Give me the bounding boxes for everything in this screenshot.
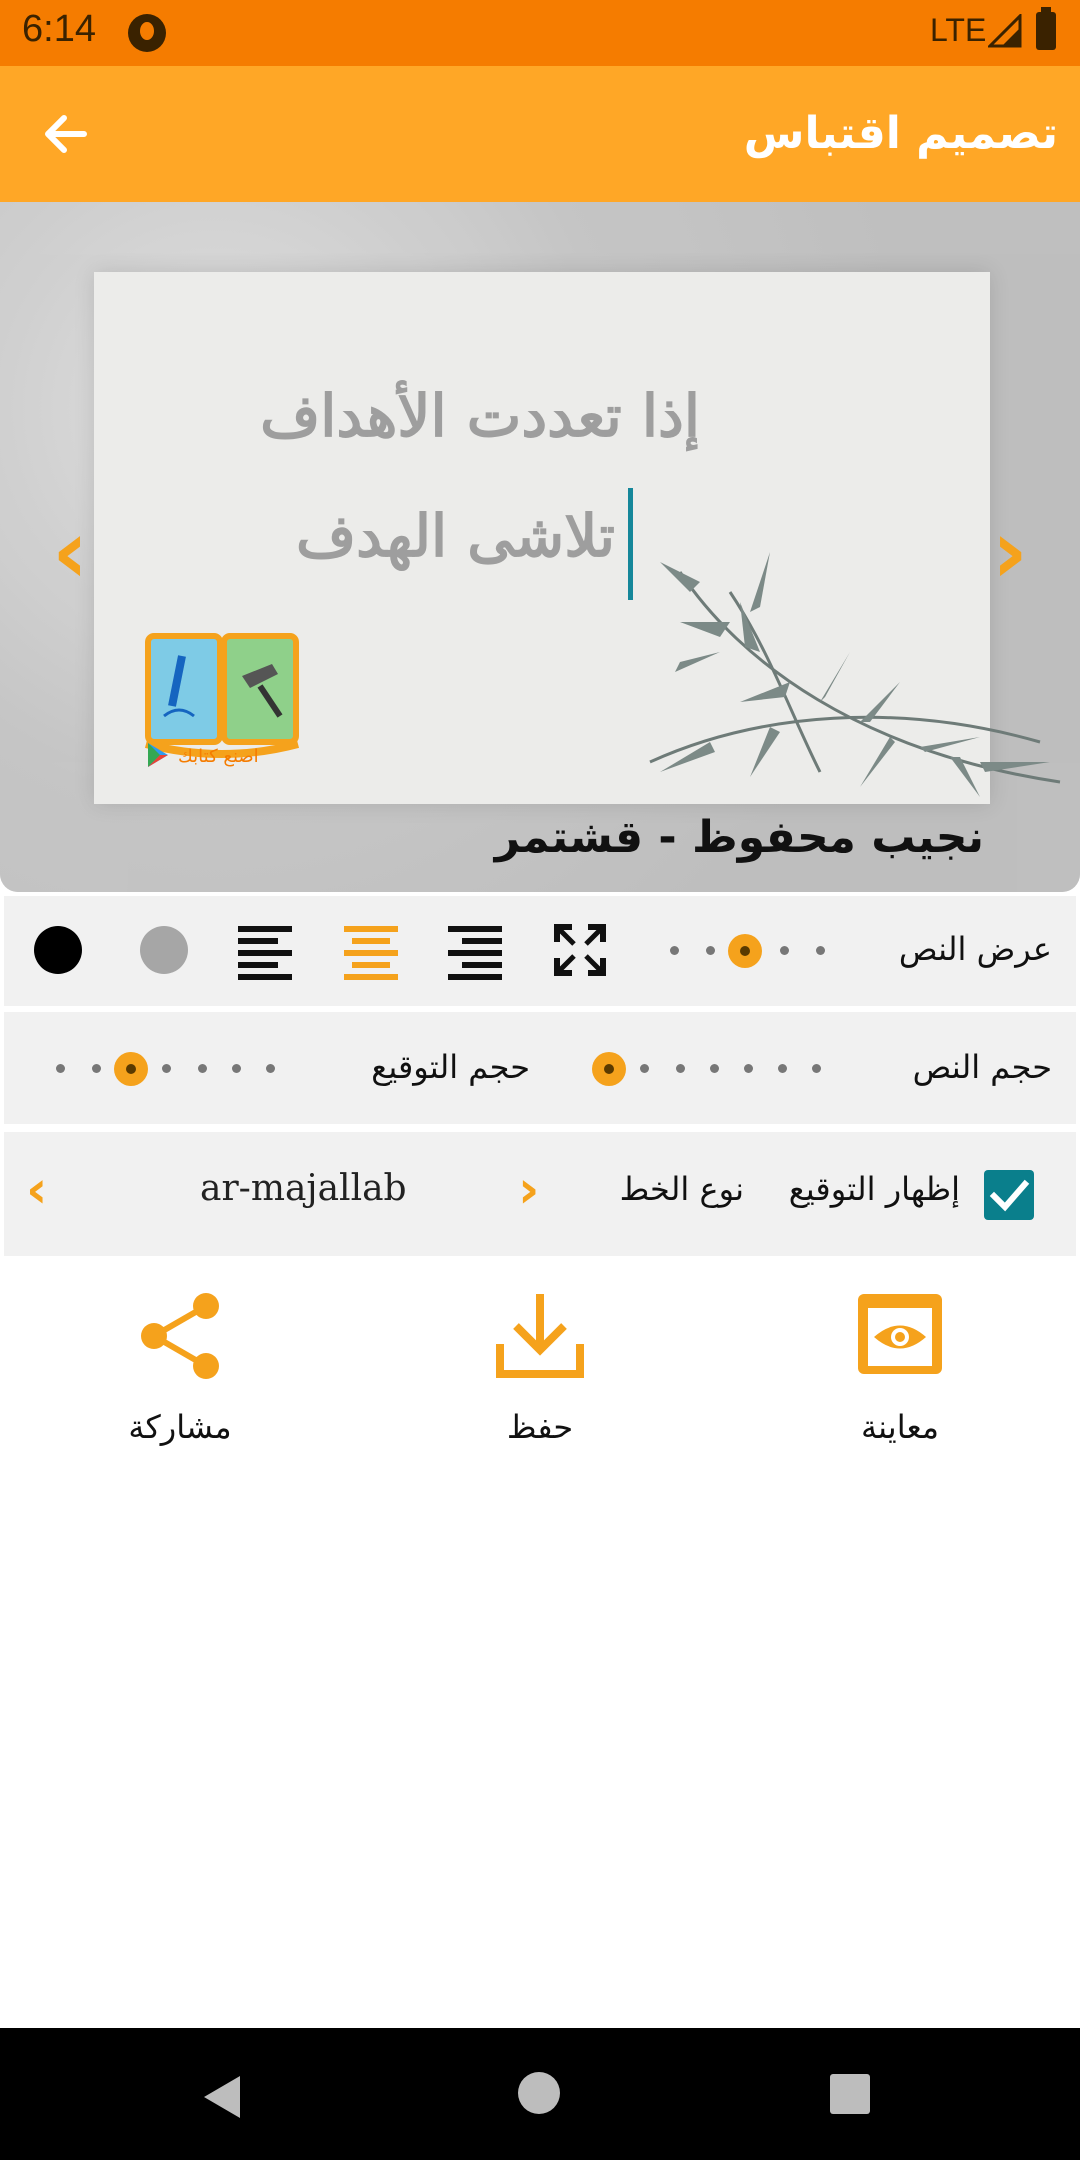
logo-caption: اصنع كتابك xyxy=(178,746,259,767)
next-background-button[interactable]: › xyxy=(992,508,1028,596)
network-type: LTE xyxy=(930,12,987,48)
signature-size-step-5[interactable] xyxy=(198,1064,207,1073)
preview-button[interactable]: معاينة xyxy=(800,1290,1000,1470)
signature-size-step-7[interactable] xyxy=(266,1064,275,1073)
show-signature-label: إظهار التوقيع xyxy=(788,1170,960,1208)
text-width-step-3-selected[interactable] xyxy=(728,934,762,968)
quote-text-line-2[interactable]: تلاشى الهدف xyxy=(296,502,615,570)
text-size-step-5[interactable] xyxy=(744,1064,753,1073)
align-center-icon[interactable] xyxy=(344,922,400,980)
preview-label: معاينة xyxy=(860,1408,940,1446)
text-width-step-4[interactable] xyxy=(780,946,789,955)
text-width-label: عرض النص xyxy=(898,930,1052,968)
share-icon xyxy=(141,1293,219,1379)
align-right-icon[interactable] xyxy=(448,922,504,980)
share-label: مشاركة xyxy=(128,1408,232,1446)
app-bar: تصميم اقتباس xyxy=(0,66,1080,202)
size-panel: حجم التوقيع حجم النص xyxy=(4,1012,1076,1124)
next-font-button[interactable]: › xyxy=(518,1164,539,1216)
font-panel: ‹ ar-majallab › نوع الخط إظهار التوقيع xyxy=(4,1132,1076,1256)
color-black-option[interactable] xyxy=(34,926,82,974)
show-signature-checkbox[interactable] xyxy=(984,1170,1034,1220)
play-store-icon xyxy=(148,743,168,767)
align-left-icon[interactable] xyxy=(238,922,294,980)
text-size-step-3[interactable] xyxy=(676,1064,685,1073)
font-name: ar-majallab xyxy=(200,1168,407,1209)
font-type-label: نوع الخط xyxy=(619,1170,744,1208)
save-label: حفظ xyxy=(506,1408,574,1446)
text-size-step-7[interactable] xyxy=(812,1064,821,1073)
check-icon xyxy=(989,1179,1030,1212)
download-icon xyxy=(496,1294,584,1378)
quote-signature[interactable]: نجيب محفوظ - قشتمر xyxy=(495,812,984,863)
signature-size-step-1[interactable] xyxy=(56,1064,65,1073)
text-size-step-4[interactable] xyxy=(710,1064,719,1073)
quote-text-line-1[interactable]: إذا تعددت الأهداف xyxy=(260,382,700,450)
text-width-step-5[interactable] xyxy=(816,946,825,955)
color-gray-option[interactable] xyxy=(140,926,188,974)
fullscreen-icon[interactable] xyxy=(552,922,608,978)
nav-home-icon[interactable] xyxy=(518,2072,560,2114)
signature-size-step-3-selected[interactable] xyxy=(114,1052,148,1086)
previous-font-button[interactable]: ‹ xyxy=(26,1164,47,1216)
signal-icon xyxy=(988,14,1022,48)
text-width-step-2[interactable] xyxy=(706,946,715,955)
text-size-step-6[interactable] xyxy=(778,1064,787,1073)
eye-icon xyxy=(858,1294,942,1374)
page-title: تصميم اقتباس xyxy=(743,108,1058,159)
signature-size-step-2[interactable] xyxy=(92,1064,101,1073)
nav-recents-icon[interactable] xyxy=(830,2074,870,2114)
status-bar: 6:14 LTE xyxy=(0,0,1080,66)
text-width-panel: عرض النص xyxy=(4,896,1076,1006)
text-size-step-2[interactable] xyxy=(640,1064,649,1073)
signature-size-label: حجم التوقيع xyxy=(371,1048,530,1086)
nav-back-icon[interactable] xyxy=(200,2074,246,2120)
text-width-step-1[interactable] xyxy=(670,946,679,955)
text-cursor xyxy=(628,488,633,600)
signature-size-step-4[interactable] xyxy=(162,1064,171,1073)
arrow-back-icon[interactable] xyxy=(36,106,106,162)
system-nav-bar xyxy=(0,2028,1080,2160)
save-button[interactable]: حفظ xyxy=(440,1290,640,1470)
status-time: 6:14 xyxy=(22,8,96,50)
battery-icon xyxy=(1036,7,1056,50)
quote-preview: إذا تعددت الأهداف تلاشى الهدف ‹ › اصنع ك… xyxy=(0,202,1080,892)
text-size-label: حجم النص xyxy=(912,1048,1052,1086)
notification-app-icon xyxy=(128,14,166,52)
signature-size-step-6[interactable] xyxy=(232,1064,241,1073)
text-size-step-1-selected[interactable] xyxy=(592,1052,626,1086)
previous-background-button[interactable]: ‹ xyxy=(52,508,88,596)
share-button[interactable]: مشاركة xyxy=(80,1290,280,1470)
